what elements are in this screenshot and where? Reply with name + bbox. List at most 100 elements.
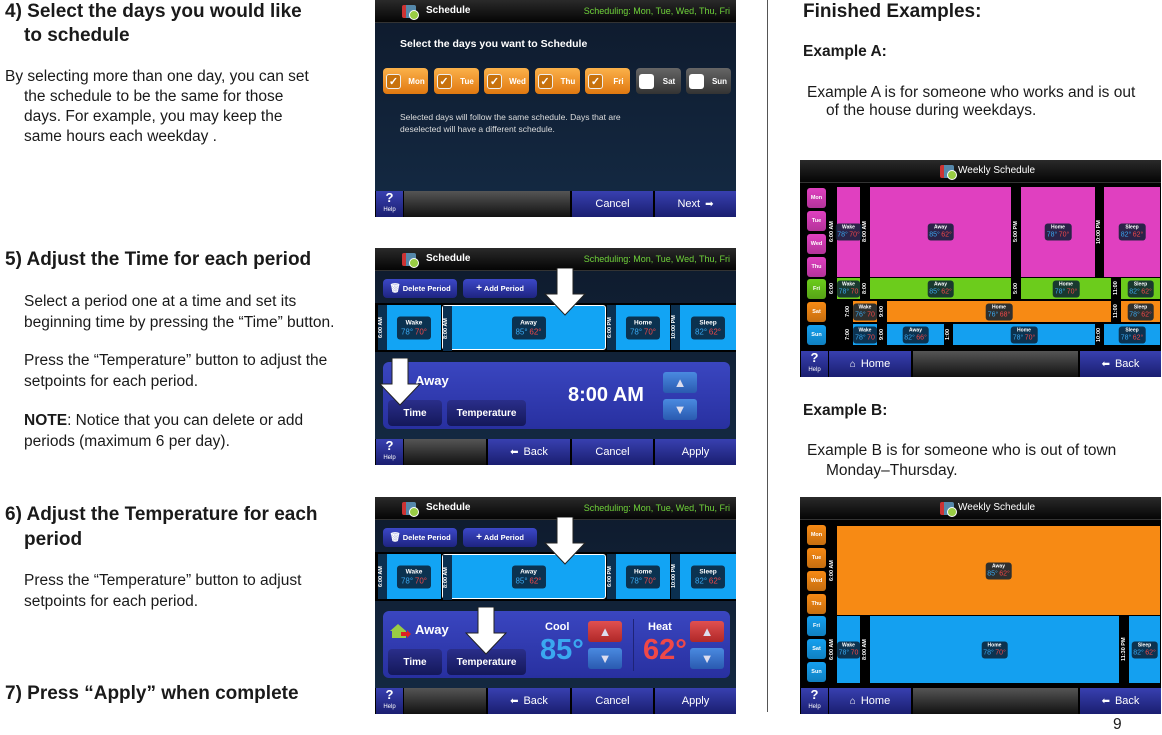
day-button-wed[interactable]: Wed xyxy=(807,571,826,591)
day-toggle-fri[interactable]: ✓ Fri xyxy=(585,68,630,94)
schedule-block-home[interactable]: Home 76° 68° xyxy=(887,301,1111,322)
back-button[interactable]: ⬅ Back xyxy=(1079,688,1161,714)
cool-up-button[interactable]: ▲ xyxy=(588,621,622,642)
time-down-button[interactable]: ▼ xyxy=(663,399,697,420)
home-button[interactable]: ⌂ Home xyxy=(828,688,911,714)
add-period-button[interactable]: + Add Period xyxy=(463,528,537,547)
schedule-calendar-icon xyxy=(402,502,419,517)
day-button-thu[interactable]: Thu xyxy=(807,257,826,277)
checkbox[interactable]: ✓ xyxy=(386,73,401,89)
period-wake[interactable]: 6:00 AM Wake 78° 70° xyxy=(378,554,441,599)
temperature-button[interactable]: Temperature xyxy=(447,400,526,426)
schedule-block-home[interactable]: Home 78° 70° xyxy=(1021,187,1095,277)
cancel-button[interactable]: Cancel xyxy=(571,439,653,465)
schedule-block-wake[interactable]: Wake 78° 70 xyxy=(836,616,861,683)
schedule-block-sleep[interactable]: Sleep 78° 62° xyxy=(1104,324,1160,345)
day-button-tue[interactable]: Tue xyxy=(807,211,826,231)
cool-setpoint: 76° xyxy=(987,311,999,318)
delete-period-button[interactable]: 🗑 Delete Period xyxy=(383,528,457,547)
header-title: Schedule xyxy=(426,253,471,264)
schedule-block-wake[interactable]: Wake 76° 70 xyxy=(853,301,877,322)
schedule-block-away[interactable]: Away 85° 62° xyxy=(870,278,1011,299)
schedule-block-sleep[interactable]: Sleep 82° 62° xyxy=(1121,278,1160,299)
heat-up-button[interactable]: ▲ xyxy=(690,621,724,642)
period-wake[interactable]: 6:00 AM Wake 78° 70° xyxy=(378,305,441,350)
day-toggle-mon[interactable]: ✓ Mon xyxy=(383,68,428,94)
back-button[interactable]: ⬅ Back xyxy=(487,439,570,465)
period-sleep[interactable]: 10:00 PM Sleep 82° 62° xyxy=(671,305,736,350)
cancel-button[interactable]: Cancel xyxy=(571,191,653,217)
day-toggle-sun[interactable]: Sun xyxy=(686,68,731,94)
heat-setpoint: 70° xyxy=(1066,288,1078,295)
schedule-block-home[interactable]: Home 78° 70° xyxy=(870,616,1119,683)
day-button-sun[interactable]: Sun xyxy=(807,662,826,682)
schedule-block-away[interactable]: Away 82° 66° xyxy=(887,324,944,345)
day-button-mon[interactable]: Mon xyxy=(807,188,826,208)
apply-button[interactable]: Apply xyxy=(654,688,736,714)
schedule-block-wake[interactable]: Wake 78° 70 xyxy=(836,278,861,299)
period-home[interactable]: 6:00 PM Home 78° 70° xyxy=(607,554,670,599)
help-button[interactable]: ? Help xyxy=(375,439,403,465)
day-button-sat[interactable]: Sat xyxy=(807,639,826,659)
help-button[interactable]: ? Help xyxy=(800,351,828,377)
period-badge-area: Home 78° 70° xyxy=(616,554,670,599)
apply-button[interactable]: Apply xyxy=(654,439,736,465)
bar-spacer xyxy=(403,191,570,217)
heat-setpoint: 70 xyxy=(867,334,875,341)
home-button[interactable]: ⌂ Home xyxy=(828,351,911,377)
cancel-button[interactable]: Cancel xyxy=(571,688,653,714)
cool-setpoint: 82° xyxy=(1120,231,1132,239)
back-button-label: Back xyxy=(523,446,548,458)
heat-setpoint: 62° xyxy=(941,288,952,295)
schedule-block-sleep[interactable]: Sleep 82° 62° xyxy=(1129,616,1160,683)
arrow-left-icon: ⬅ xyxy=(1101,358,1110,370)
cool-down-button[interactable]: ▼ xyxy=(588,648,622,669)
schedule-block-wake[interactable]: Wake 78° 70 xyxy=(853,324,877,345)
checkbox[interactable]: ✓ xyxy=(487,73,502,89)
day-button-fri[interactable]: Fri xyxy=(807,279,826,299)
schedule-block-sleep[interactable]: Sleep 78° 62° xyxy=(1121,301,1160,322)
help-button[interactable]: ? Help xyxy=(375,688,403,714)
day-button-tue[interactable]: Tue xyxy=(807,548,826,568)
period-sleep[interactable]: 10:00 PM Sleep 82° 62° xyxy=(671,554,736,599)
heat-down-button[interactable]: ▼ xyxy=(690,648,724,669)
back-button[interactable]: ⬅ Back xyxy=(1079,351,1161,377)
pointer-arrow-icon xyxy=(543,516,587,565)
period-badge-area: Sleep 82° 62° xyxy=(680,305,736,350)
period-home[interactable]: 6:00 PM Home 78° 70° xyxy=(607,305,670,350)
day-toggle-sat[interactable]: Sat xyxy=(635,68,681,94)
schedule-block-away[interactable]: Away 85° 62° xyxy=(870,187,1011,277)
help-button[interactable]: ? Help xyxy=(375,191,403,217)
away-house-icon xyxy=(389,623,411,639)
time-button[interactable]: Time xyxy=(388,649,442,675)
period-name: Away xyxy=(520,568,537,575)
checkbox[interactable]: ✓ xyxy=(436,73,452,89)
checkbox[interactable]: ✓ xyxy=(537,73,553,89)
schedule-block-sleep[interactable]: Sleep 82° 62° xyxy=(1104,187,1160,277)
schedule-block-home[interactable]: Home 78° 70° xyxy=(1021,278,1111,299)
next-button[interactable]: Next ➡ xyxy=(654,191,736,217)
time-up-button[interactable]: ▲ xyxy=(663,372,697,393)
back-button[interactable]: ⬅ Back xyxy=(487,688,570,714)
add-period-button[interactable]: + Add Period xyxy=(463,279,537,298)
schedule-block-away[interactable]: Away 85° 62° xyxy=(837,526,1160,615)
delete-period-button[interactable]: 🗑 Delete Period xyxy=(383,279,457,298)
cool-setpoint: 78° xyxy=(983,649,994,656)
day-toggle-tue[interactable]: ✓ Tue xyxy=(433,68,479,94)
day-button-thu[interactable]: Thu xyxy=(807,594,826,614)
day-button-sun[interactable]: Sun xyxy=(807,325,826,345)
checkbox[interactable] xyxy=(689,73,704,89)
period-start-time: 11:30 PM xyxy=(1121,637,1127,662)
day-button-mon[interactable]: Mon xyxy=(807,525,826,545)
day-toggle-thu[interactable]: ✓ Thu xyxy=(534,68,580,94)
day-button-fri[interactable]: Fri xyxy=(807,616,826,636)
help-button[interactable]: ? Help xyxy=(800,688,828,714)
checkbox[interactable]: ✓ xyxy=(588,73,603,89)
schedule-block-home[interactable]: Home 78° 70° xyxy=(953,324,1095,345)
schedule-block-wake[interactable]: Wake 78° 70° xyxy=(835,187,862,277)
day-button-wed[interactable]: Wed xyxy=(807,234,826,254)
checkbox[interactable] xyxy=(638,73,654,89)
day-toggle-wed[interactable]: ✓ Wed xyxy=(484,68,529,94)
day-button-sat[interactable]: Sat xyxy=(807,302,826,322)
cool-setpoint: 85° xyxy=(987,570,998,577)
